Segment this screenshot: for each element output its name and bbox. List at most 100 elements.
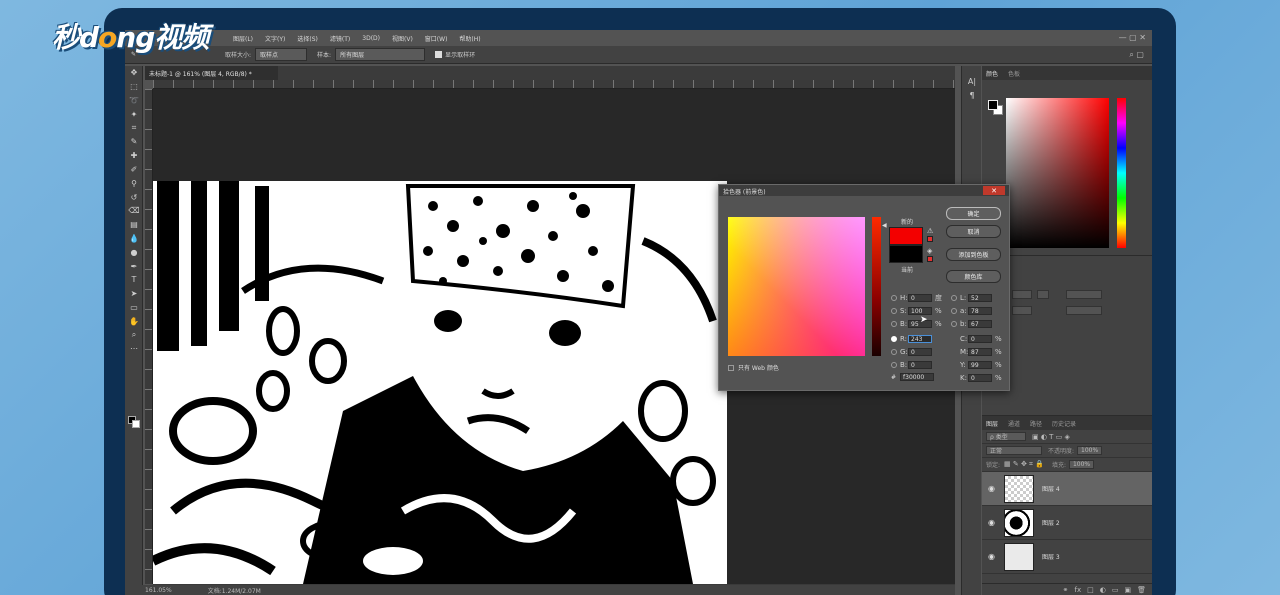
- path-select-tool-icon[interactable]: ➤: [125, 287, 143, 301]
- shape-tool-icon[interactable]: ▭: [125, 301, 143, 315]
- layer-row[interactable]: ◉ 图层 2: [982, 506, 1152, 540]
- h-input[interactable]: 0: [908, 294, 932, 302]
- lock-icons[interactable]: ▦ ✎ ✥ ⌗ 🔒: [1004, 460, 1044, 469]
- pen-tool-icon[interactable]: ✒: [125, 259, 143, 273]
- property-field[interactable]: [1066, 306, 1102, 315]
- threshold-photo[interactable]: [153, 181, 727, 584]
- blue-input[interactable]: 0: [908, 361, 932, 369]
- tab-channels[interactable]: 通道: [1008, 419, 1020, 428]
- opacity-input[interactable]: 100%: [1077, 446, 1103, 455]
- menu-layer[interactable]: 图层(L): [233, 34, 253, 43]
- history-brush-tool-icon[interactable]: ↺: [125, 190, 143, 204]
- color-spectrum-field[interactable]: [1006, 98, 1109, 248]
- gamut-warning-icon[interactable]: ⚠: [927, 227, 933, 235]
- menu-select[interactable]: 选择(S): [297, 34, 318, 43]
- document-size[interactable]: 文档:1.24M/2.07M: [208, 586, 261, 595]
- fill-input[interactable]: 100%: [1068, 460, 1095, 469]
- blend-mode-select[interactable]: 正常: [986, 446, 1042, 455]
- zoom-level[interactable]: 161.05%: [145, 587, 172, 594]
- vertical-ruler[interactable]: [145, 89, 153, 584]
- move-tool-icon[interactable]: ✥: [125, 66, 143, 80]
- eye-icon[interactable]: ◉: [988, 552, 998, 561]
- s-input[interactable]: 100: [908, 307, 932, 315]
- blue-radio[interactable]: [891, 362, 897, 368]
- tab-swatches[interactable]: 色板: [1008, 69, 1020, 78]
- a-input[interactable]: 78: [968, 307, 992, 315]
- horizontal-ruler[interactable]: [153, 80, 955, 89]
- s-radio[interactable]: [891, 308, 897, 314]
- close-icon[interactable]: ✕: [983, 186, 1005, 195]
- hue-slider-arrow-icon[interactable]: ◀: [882, 222, 887, 229]
- add-to-swatches-button[interactable]: 添加到色板: [946, 248, 1001, 261]
- menu-help[interactable]: 帮助(H): [459, 34, 480, 43]
- sample-select[interactable]: 所有图层: [335, 48, 426, 61]
- mask-icon[interactable]: □: [1087, 586, 1094, 594]
- group-icon[interactable]: ▭: [1112, 586, 1119, 594]
- type-tool-icon[interactable]: T: [125, 273, 143, 287]
- filter-icons[interactable]: ▣ ◐ T ▭ ◈: [1032, 433, 1070, 441]
- layer-filter-select[interactable]: ρ 类型: [986, 432, 1026, 441]
- g-input[interactable]: 0: [908, 348, 932, 356]
- link-layers-icon[interactable]: ⚭: [1063, 586, 1069, 594]
- layer-row[interactable]: ◉ 图层 4: [982, 472, 1152, 506]
- web-safe-swatch[interactable]: [927, 256, 933, 262]
- brush-tool-icon[interactable]: ✐: [125, 163, 143, 177]
- cancel-button[interactable]: 取消: [946, 225, 1001, 238]
- menu-type[interactable]: 文字(Y): [265, 34, 285, 43]
- h-radio[interactable]: [891, 295, 897, 301]
- tab-history[interactable]: 历史记录: [1052, 419, 1076, 428]
- m-input[interactable]: 87: [968, 348, 992, 356]
- more-tools-icon[interactable]: ⋯: [125, 342, 143, 356]
- eraser-tool-icon[interactable]: ⌫: [125, 204, 143, 218]
- g-radio[interactable]: [891, 349, 897, 355]
- r-radio[interactable]: [891, 336, 897, 342]
- b-radio[interactable]: [891, 321, 897, 327]
- menu-filter[interactable]: 滤镜(T): [330, 34, 350, 43]
- layer-row[interactable]: ◉ 图层 3: [982, 540, 1152, 574]
- k-input[interactable]: 0: [968, 374, 992, 382]
- adjustment-icon[interactable]: ◐: [1100, 586, 1106, 594]
- show-ring-checkbox[interactable]: [435, 51, 443, 58]
- a-radio[interactable]: [951, 308, 957, 314]
- lab-b-input[interactable]: 67: [968, 320, 992, 328]
- tab-layers[interactable]: 图层: [986, 419, 998, 428]
- window-controls[interactable]: — ▢ ✕: [1119, 33, 1146, 42]
- property-field[interactable]: [1012, 306, 1032, 315]
- hue-slider[interactable]: [1117, 98, 1126, 248]
- hand-tool-icon[interactable]: ✋: [125, 314, 143, 328]
- search-icon[interactable]: ⌕ ▢: [1129, 50, 1144, 60]
- color-picker-field[interactable]: [728, 217, 865, 356]
- color-libraries-button[interactable]: 颜色库: [946, 270, 1001, 283]
- y-input[interactable]: 99: [968, 361, 992, 369]
- healing-tool-icon[interactable]: ✚: [125, 149, 143, 163]
- eye-icon[interactable]: ◉: [988, 484, 998, 493]
- menu-view[interactable]: 视图(V): [392, 34, 413, 43]
- current-color-swatch[interactable]: [889, 245, 923, 263]
- blur-tool-icon[interactable]: 💧: [125, 232, 143, 246]
- eye-icon[interactable]: ◉: [988, 518, 998, 527]
- trash-icon[interactable]: 🗑: [1137, 586, 1146, 594]
- new-layer-icon[interactable]: ▣: [1124, 586, 1131, 594]
- web-safe-icon[interactable]: ◈: [927, 247, 932, 255]
- link-icon[interactable]: [1037, 290, 1049, 299]
- lasso-tool-icon[interactable]: ➰: [125, 94, 143, 108]
- marquee-tool-icon[interactable]: ⬚: [125, 80, 143, 94]
- r-input[interactable]: 243: [908, 335, 932, 343]
- hex-input[interactable]: f30000: [900, 373, 935, 381]
- gradient-tool-icon[interactable]: ▤: [125, 218, 143, 232]
- web-only-checkbox[interactable]: [728, 364, 734, 371]
- magic-wand-tool-icon[interactable]: ✦: [125, 107, 143, 121]
- property-field[interactable]: [1066, 290, 1102, 299]
- property-field[interactable]: [1012, 290, 1032, 299]
- gamut-swatch[interactable]: [927, 236, 933, 242]
- l-radio[interactable]: [951, 295, 957, 301]
- c-input[interactable]: 0: [968, 335, 992, 343]
- fx-icon[interactable]: fx: [1075, 586, 1082, 594]
- background-color-swatch[interactable]: [132, 420, 140, 428]
- tab-paths[interactable]: 路径: [1030, 419, 1042, 428]
- character-panel-icon[interactable]: A|: [962, 74, 982, 88]
- menu-3d[interactable]: 3D(D): [362, 35, 380, 42]
- document-tab[interactable]: 未标题-1 @ 161% (图层 4, RGB/8) *: [145, 66, 278, 80]
- dodge-tool-icon[interactable]: ●: [125, 245, 143, 259]
- stamp-tool-icon[interactable]: ⚲: [125, 176, 143, 190]
